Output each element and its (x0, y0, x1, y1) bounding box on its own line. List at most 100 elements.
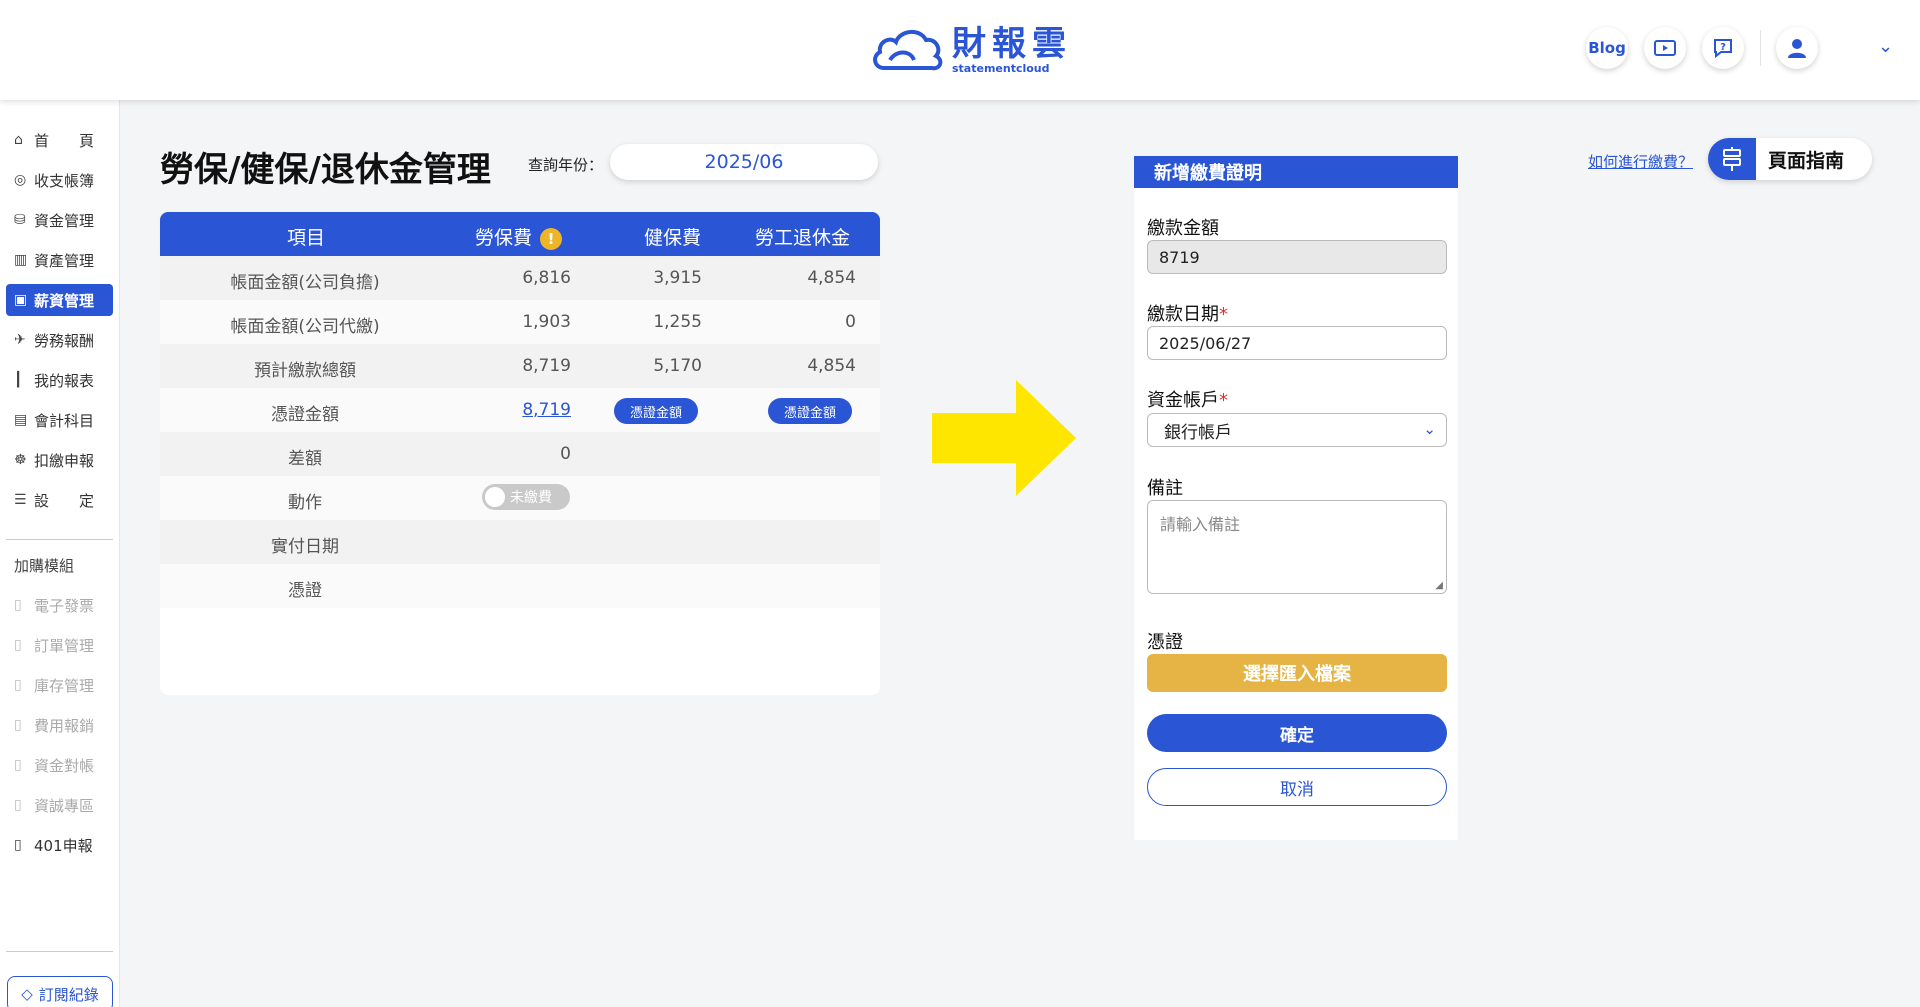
sidebar-item-labor[interactable]: ✈ 勞務報酬 (6, 324, 113, 356)
confirm-button[interactable]: 確定 (1147, 714, 1447, 752)
note-textarea[interactable]: 請輸入備註 ◢ (1147, 500, 1447, 594)
sidebar-item-withholding[interactable]: ☸ 扣繳申報 (6, 444, 113, 476)
cloud-logo-icon (873, 30, 943, 71)
sidebar-item-salary[interactable]: ▣ 薪資管理 (6, 284, 113, 316)
sidebar-item-label: 勞務報酬 (34, 331, 95, 350)
chevron-down-icon: ⌄ (1423, 420, 1436, 438)
sidebar-item-label: 資誠專區 (34, 796, 95, 815)
settings-icon: ☰ (14, 492, 27, 508)
select-file-button[interactable]: 選擇匯入檔案 (1147, 654, 1447, 692)
cell-labor: 1,903 (522, 312, 571, 332)
sidebar-item-label: 資金對帳 (34, 756, 95, 775)
sidebar-item-accounts[interactable]: ▤ 會計科目 (6, 404, 113, 436)
salary-icon: ▣ (14, 292, 28, 308)
table-row: 預計繳款總額 8,719 5,170 4,854 (160, 344, 880, 388)
payment-proof-form: 新增繳費證明 繳款金額 8719 繳款日期* 2025/06/27 資金帳戶* … (1134, 156, 1458, 840)
header-pension: 勞工退休金 (755, 227, 851, 249)
header-item: 項目 (287, 227, 326, 249)
insurance-table: 項目 勞保費 ! 健保費 勞工退休金 帳面金額(公司負擔) 6,816 3,91… (160, 212, 880, 695)
sidebar-item-reconcile[interactable]: ▯ 資金對帳 (6, 749, 113, 781)
sidebar-item-orders[interactable]: ▯ 訂單管理 (6, 629, 113, 661)
document-icon: ▯ (14, 677, 22, 693)
sidebar-item-assets[interactable]: ▥ 資產管理 (6, 244, 113, 276)
table-row: 實付日期 (160, 520, 880, 564)
cell-health: 5,170 (653, 356, 702, 376)
coin-icon: ◎ (14, 172, 27, 188)
sidebar-item-pwc[interactable]: ▯ 資誠專區 (6, 789, 113, 821)
sidebar-divider (6, 539, 113, 540)
document-icon: ▯ (14, 597, 22, 613)
sidebar-item-home[interactable]: ⌂ 首 頁 (6, 124, 113, 156)
sidebar-item-label: 401申報 (34, 836, 93, 855)
how-to-pay-link[interactable]: 如何進行繳費？ (1588, 151, 1693, 172)
required-mark: * (1219, 304, 1228, 325)
sidebar-item-label: 設 定 (34, 491, 95, 510)
resize-handle-icon[interactable]: ◢ (1435, 580, 1443, 591)
sidebar-item-label: 首 頁 (34, 131, 95, 150)
cell-labor: 0 (560, 444, 571, 464)
help-chat-icon[interactable]: ? (1702, 27, 1744, 69)
query-year-input[interactable]: 2025/06 (610, 144, 878, 180)
account-select[interactable]: 銀行帳戶 ⌄ (1147, 413, 1447, 447)
page-title: 勞保/健保/退休金管理 (160, 150, 491, 190)
sidebar-item-reports[interactable]: ┃ 我的報表 (6, 364, 113, 396)
amount-label: 繳款金額 (1147, 218, 1219, 239)
sidebar-item-label: 費用報銷 (34, 716, 95, 735)
sidebar (0, 100, 120, 1007)
home-icon: ⌂ (14, 132, 23, 148)
sidebar-item-401[interactable]: ▯ 401申報 (6, 829, 113, 861)
blog-button[interactable]: Blog (1586, 27, 1628, 69)
cell-labor: 6,816 (522, 268, 571, 288)
voucher-amount-button-health[interactable]: 憑證金額 (614, 398, 699, 424)
row-label: 憑證金額 (271, 405, 339, 425)
document-icon: ▯ (14, 757, 22, 773)
warning-icon[interactable]: ! (540, 227, 563, 250)
table-row: 憑證金額 8,719 憑證金額 憑證金額 (160, 388, 880, 432)
user-avatar-icon[interactable] (1776, 27, 1818, 69)
document-icon: ▯ (14, 797, 22, 813)
amount-field[interactable]: 8719 (1147, 240, 1447, 274)
table-row: 動作 未繳費 (160, 476, 880, 520)
subscription-button[interactable]: ◇ 訂閱紀錄 (7, 976, 113, 1007)
row-label: 帳面金額(公司代繳) (230, 317, 380, 337)
note-label: 備註 (1147, 478, 1183, 499)
cell-health: 1,255 (653, 312, 702, 332)
logo[interactable]: 財報雲 statementcloud (870, 22, 1072, 78)
header-labor-insurance: 勞保費 ! (475, 223, 563, 250)
query-year-label: 查詢年份： (528, 156, 604, 174)
voucher-amount-link[interactable]: 8,719 (522, 400, 571, 420)
row-label: 實付日期 (271, 537, 339, 557)
voucher-amount-button-pension[interactable]: 憑證金額 (768, 398, 853, 424)
cell-labor: 8,719 (522, 356, 571, 376)
voucher-label: 憑證 (1147, 632, 1183, 653)
sidebar-item-label: 電子發票 (34, 596, 95, 615)
sidebar-item-ledger[interactable]: ◎ 收支帳簿 (6, 164, 113, 196)
sidebar-item-einvoice[interactable]: ▯ 電子發票 (6, 589, 113, 621)
date-field[interactable]: 2025/06/27 (1147, 326, 1447, 360)
addon-section-title: 加購模組 (14, 557, 75, 575)
ledger-icon: ▤ (14, 412, 28, 428)
header-divider (1760, 30, 1761, 66)
video-tutorial-icon[interactable] (1644, 27, 1686, 69)
sidebar-item-funds[interactable]: ⛁ 資金管理 (6, 204, 113, 236)
payment-status-toggle[interactable]: 未繳費 (482, 484, 570, 510)
chevron-down-icon[interactable]: ⌄ (1878, 36, 1893, 57)
sidebar-item-expenses[interactable]: ▯ 費用報銷 (6, 709, 113, 741)
cancel-button[interactable]: 取消 (1147, 768, 1447, 806)
toggle-label: 未繳費 (510, 490, 552, 506)
cell-pension: 0 (845, 312, 856, 332)
toggle-knob (485, 487, 505, 507)
table-row: 憑證 (160, 564, 880, 608)
sidebar-item-settings[interactable]: ☰ 設 定 (6, 484, 113, 516)
row-label: 預計繳款總額 (254, 361, 356, 381)
svg-text:?: ? (1720, 42, 1726, 53)
sidebar-item-inventory[interactable]: ▯ 庫存管理 (6, 669, 113, 701)
sidebar-item-label: 收支帳簿 (34, 171, 95, 190)
page-guide-button[interactable]: 頁面指南 (1708, 138, 1872, 180)
account-label-text: 資金帳戶 (1147, 390, 1219, 411)
document-icon: ▯ (14, 637, 22, 653)
header-health-insurance: 健保費 (644, 227, 702, 249)
logo-title: 財報雲 (952, 23, 1072, 64)
chart-icon: ▥ (14, 252, 28, 268)
cell-pension: 4,854 (807, 268, 856, 288)
